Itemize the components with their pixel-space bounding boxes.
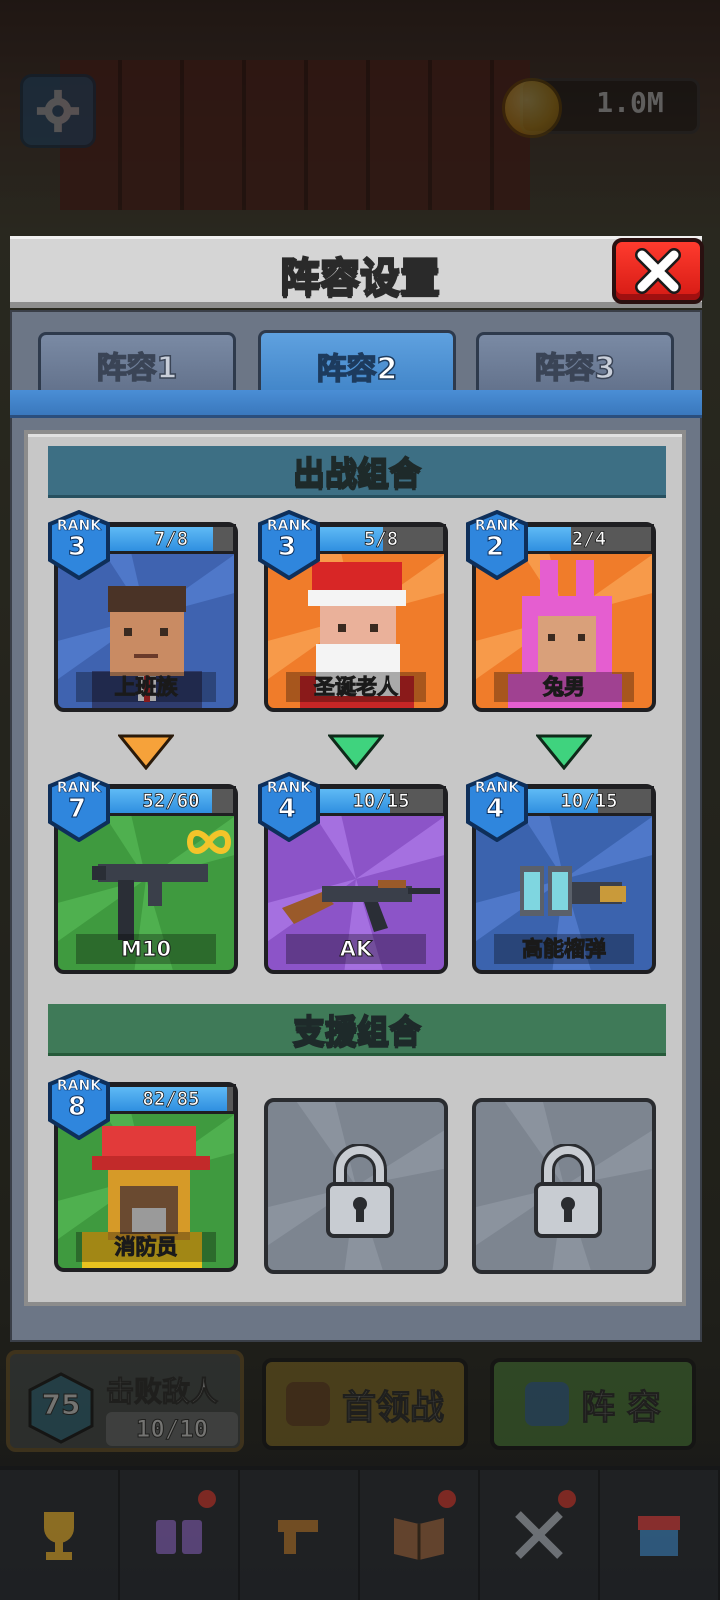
defeat-enemies-panel[interactable]: 75 击败敌人 10/10 — [6, 1350, 244, 1452]
hero-name: 消防员 — [76, 1232, 216, 1262]
tab-label: 阵容3 — [534, 350, 616, 387]
upgrade-arrow-icon — [118, 734, 174, 770]
defeat-count: 10/10 — [106, 1412, 238, 1446]
tab-strip — [10, 390, 702, 418]
rank-badge: RANK 8 — [48, 1070, 110, 1140]
nav-weapons[interactable] — [240, 1470, 360, 1600]
lineup-label: 阵 容 — [581, 1387, 662, 1428]
upgrade-arrow-icon — [536, 734, 592, 770]
rank-number: 8 — [67, 1092, 87, 1123]
nav-shop[interactable] — [600, 1470, 720, 1600]
progress-text: 7/8 — [153, 528, 189, 551]
nav-heroes[interactable] — [120, 1470, 240, 1600]
modal-title: 阵容设置 — [279, 254, 441, 302]
pistol-icon — [278, 1520, 318, 1554]
heroes-icon — [156, 1520, 202, 1554]
notification-dot — [558, 1490, 576, 1508]
notification-dot — [438, 1490, 456, 1508]
modal-header: 阵容设置 — [10, 236, 702, 308]
rank-number: 4 — [277, 794, 297, 825]
level-number: 75 — [41, 1388, 81, 1422]
locked-support-slot[interactable] — [264, 1098, 448, 1274]
rank-badge: RANK 3 — [258, 510, 320, 580]
tab-lineup-1[interactable]: 阵容1 — [38, 332, 236, 394]
hero-name: 兔男 — [494, 672, 634, 702]
tab-label: 阵容2 — [316, 351, 398, 388]
rank-badge: RANK 4 — [258, 772, 320, 842]
tab-label: 阵容1 — [96, 350, 178, 387]
hero-name: 上班族 — [76, 672, 216, 702]
weapon-name: AK — [286, 934, 426, 964]
upgrade-arrow-icon — [328, 734, 384, 770]
rank-number: 4 — [485, 794, 505, 825]
tab-lineup-3[interactable]: 阵容3 — [476, 332, 674, 394]
rank-badge: RANK 3 — [48, 510, 110, 580]
rank-badge: RANK 4 — [466, 772, 528, 842]
locked-support-slot[interactable] — [472, 1098, 656, 1274]
battle-section-title: 出战组合 — [48, 446, 666, 498]
shop-icon — [638, 1516, 680, 1556]
progress-text: 10/15 — [352, 790, 410, 813]
cards-icon — [525, 1382, 570, 1426]
rank-badge: RANK 2 — [466, 510, 528, 580]
progress-text: 10/15 — [560, 790, 618, 813]
nav-book[interactable] — [360, 1470, 480, 1600]
nav-trophy[interactable] — [0, 1470, 120, 1600]
defeat-label: 击败敌人 — [105, 1375, 219, 1409]
hero-name: 圣诞老人 — [286, 672, 426, 702]
infinity-icon — [186, 830, 232, 854]
grenade-launcher-image — [520, 866, 626, 916]
weapon-name: M10 — [76, 934, 216, 964]
notification-dot — [198, 1490, 216, 1508]
close-icon — [635, 248, 681, 294]
bottom-navigation — [0, 1466, 720, 1600]
tab-lineup-2[interactable]: 阵容2 — [258, 330, 456, 398]
boss-label: 首领战 — [342, 1387, 445, 1428]
rank-number: 2 — [485, 532, 505, 563]
progress-text: 82/85 — [142, 1088, 200, 1111]
demon-skull-icon — [286, 1382, 330, 1426]
support-section-title: 支援组合 — [48, 1004, 666, 1056]
m10-gun-image — [92, 864, 208, 940]
rank-number: 7 — [67, 794, 87, 825]
progress-text: 5/8 — [363, 528, 399, 551]
trophy-icon — [44, 1512, 74, 1560]
rank-badge: RANK 7 — [48, 772, 110, 842]
rank-number: 3 — [67, 532, 87, 563]
progress-text: 2/4 — [571, 528, 607, 551]
crossed-swords-icon — [515, 1511, 563, 1559]
boss-battle-button[interactable]: 首领战 — [262, 1358, 468, 1450]
nav-battle[interactable] — [480, 1470, 600, 1600]
lock-icon — [534, 1144, 602, 1238]
book-icon — [394, 1518, 444, 1560]
progress-text: 52/60 — [142, 790, 200, 813]
close-button[interactable] — [612, 238, 704, 304]
weapon-name: 高能榴弹 — [494, 934, 634, 964]
lock-icon — [326, 1144, 394, 1238]
lineup-button[interactable]: 阵 容 — [490, 1358, 696, 1450]
ak-rifle-image — [282, 880, 440, 932]
rank-number: 3 — [277, 532, 297, 563]
